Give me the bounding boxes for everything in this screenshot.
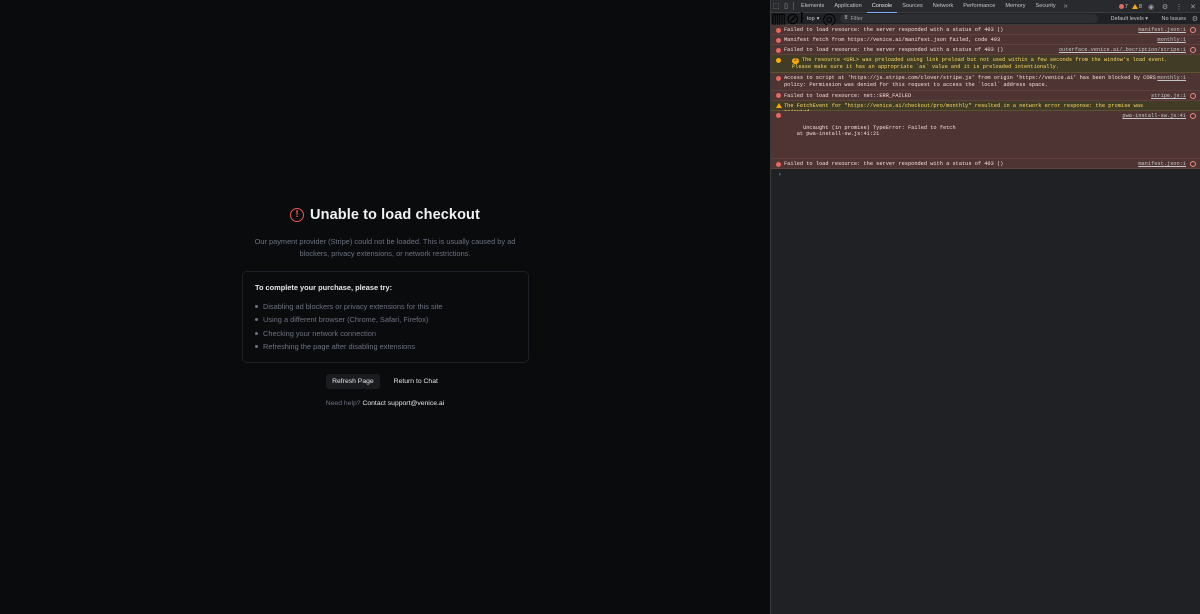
console-prompt-input[interactable]: › — [771, 169, 1200, 180]
ai-insights-icon[interactable] — [1190, 92, 1196, 99]
filter-icon: ⩩ — [844, 15, 848, 21]
alert-circle-icon: ! — [290, 208, 305, 222]
log-levels-label: Default levels — [1110, 15, 1144, 22]
bullet-icon — [255, 318, 258, 322]
tab-security[interactable]: Security — [1031, 0, 1061, 13]
list-item: Checking your network connection — [255, 327, 516, 340]
message-text: Manifest fetch from https://venice.ai/ma… — [784, 37, 1001, 43]
filter-input[interactable]: ⩩ Filter — [840, 14, 1099, 23]
ai-insights-icon[interactable] — [1190, 112, 1196, 119]
chevron-down-icon: ▾ — [816, 15, 820, 22]
message-source-link[interactable]: pwa-install-sw.js:41 — [1122, 113, 1186, 119]
message-source-link[interactable]: manifest.json:1 — [1138, 27, 1186, 33]
context-value: top — [806, 15, 815, 22]
error-icon — [776, 75, 781, 81]
chevron-right-icon: › — [778, 171, 782, 179]
bullet-icon — [255, 305, 258, 309]
console-message: Uncaught (in promise) TypeError: Failed … — [771, 110, 1200, 160]
warning-expand-icon[interactable] — [776, 57, 781, 63]
message-source-link[interactable]: outerface.venice.ai/…bscription/stripe:1 — [1059, 47, 1186, 53]
tab-console[interactable]: Console — [866, 0, 898, 13]
error-description: Our payment provider (Stripe) could not … — [254, 237, 516, 258]
log-levels-dropdown[interactable]: Default levels ▾ — [1111, 16, 1148, 22]
tabbar-right: 7 8 ◉ ⚙ ⋮ ✕ — [1118, 0, 1198, 13]
warning-count-badge[interactable]: 8 — [1131, 3, 1142, 10]
title-row: ! Unable to load checkout — [242, 207, 528, 223]
console-log: Failed to load resource: the server resp… — [771, 25, 1200, 170]
error-count-badge[interactable]: 7 — [1118, 3, 1128, 10]
ai-insights-icon[interactable] — [1190, 161, 1196, 168]
error-icon — [776, 93, 781, 99]
tab-sources[interactable]: Sources — [897, 0, 928, 13]
console-message: Access to script at 'https://js.stripe.c… — [771, 73, 1200, 91]
tip-text: Using a different browser (Chrome, Safar… — [263, 315, 429, 325]
error-icon — [1118, 4, 1124, 9]
bullet-icon — [255, 345, 258, 349]
console-message: 2 The resource <URL> was preloaded using … — [771, 55, 1200, 74]
devtools-panel: ⬚ ▯ Elements Application Console Sources… — [770, 0, 1200, 614]
more-options-icon[interactable]: ⋮ — [1174, 2, 1184, 12]
message-text: Failed to load resource: the server resp… — [784, 47, 1004, 53]
tips-card: To complete your purchase, please try: D… — [242, 271, 529, 363]
error-icon — [776, 47, 781, 53]
help-line: Need help? Contact support@venice.ai — [242, 400, 528, 407]
warning-count: 8 — [1138, 3, 1142, 10]
bullet-icon — [255, 331, 258, 335]
console-message: Manifest fetch from https://venice.ai/ma… — [771, 35, 1200, 45]
checkout-error-panel: ! Unable to load checkout Our payment pr… — [242, 205, 529, 407]
console-message: Failed to load resource: net::ERR_FAILED… — [771, 90, 1200, 101]
console-settings-icon[interactable]: ⚙ — [1192, 15, 1198, 23]
tip-text: Checking your network connection — [263, 328, 376, 338]
settings-gear-icon[interactable]: ⚙ — [1160, 2, 1170, 12]
message-text: Access to script at 'https://js.stripe.c… — [784, 75, 1156, 88]
console-message: Failed to load resource: the server resp… — [771, 45, 1200, 55]
tab-memory[interactable]: Memory — [1000, 0, 1030, 13]
account-icon[interactable]: ◉ — [1146, 2, 1156, 12]
message-text: Failed to load resource: net::ERR_FAILED — [784, 92, 912, 99]
message-text: The resource <URL> was preloaded using l… — [792, 57, 1168, 71]
list-item: Using a different browser (Chrome, Safar… — [255, 313, 516, 326]
list-item: Disabling ad blockers or privacy extensi… — [255, 300, 516, 313]
message-source-link[interactable]: stripe.js:1 — [1151, 93, 1186, 99]
message-source-link[interactable]: manifest.json:1 — [1138, 161, 1186, 167]
console-message: Failed to load resource: the server resp… — [771, 25, 1200, 35]
tip-text: Disabling ad blockers or privacy extensi… — [263, 302, 443, 311]
action-buttons: Refresh Page Return to Chat — [242, 374, 528, 389]
tip-text: Refreshing the page after disabling exte… — [263, 341, 416, 351]
issues-button[interactable]: No Issues — [1162, 16, 1186, 22]
filter-placeholder: Filter — [850, 15, 863, 22]
message-source-link[interactable]: monthly:1 — [1157, 75, 1186, 81]
warning-icon — [1131, 4, 1138, 9]
help-prefix: Need help? — [325, 400, 361, 407]
console-toolbar: ▥ ⊘ Ι top ▾ ◎ ⩩ Filter Default levels ▾ N… — [771, 10, 1200, 28]
tips-heading: To complete your purchase, please try: — [255, 283, 393, 292]
refresh-page-button[interactable]: Refresh Page — [326, 374, 380, 389]
list-item: Refreshing the page after disabling exte… — [255, 340, 516, 353]
context-selector[interactable]: top ▾ — [804, 16, 822, 22]
message-text: Failed to load resource: the server resp… — [784, 161, 1004, 168]
ai-insights-icon[interactable] — [1190, 47, 1196, 53]
tips-list: Disabling ad blockers or privacy extensi… — [255, 300, 516, 353]
contact-support-link[interactable]: Contact support@venice.ai — [362, 400, 444, 407]
checkout-page: ! Unable to load checkout Our payment pr… — [0, 0, 770, 614]
message-text: Failed to load resource: the server resp… — [784, 27, 1004, 33]
message-source-link[interactable]: monthly:1 — [1157, 37, 1186, 43]
error-icon — [776, 113, 781, 119]
warning-icon — [776, 103, 782, 109]
more-tabs-icon[interactable]: » — [1061, 1, 1071, 11]
console-message: The FetchEvent for "https://venice.ai/ch… — [771, 100, 1200, 115]
tab-network[interactable]: Network — [928, 0, 959, 13]
error-icon — [776, 161, 781, 167]
error-icon — [776, 27, 781, 33]
page-title: Unable to load checkout — [310, 207, 480, 223]
error-count: 7 — [1124, 3, 1128, 10]
ai-insights-icon[interactable] — [1190, 27, 1196, 33]
close-icon[interactable]: ✕ — [1188, 2, 1198, 12]
return-to-chat-button[interactable]: Return to Chat — [388, 374, 444, 389]
error-icon — [776, 37, 781, 43]
console-message: Failed to load resource: the server resp… — [771, 159, 1200, 170]
message-text: Uncaught (in promise) TypeError: Failed … — [796, 125, 956, 138]
tab-performance[interactable]: Performance — [958, 0, 1000, 13]
